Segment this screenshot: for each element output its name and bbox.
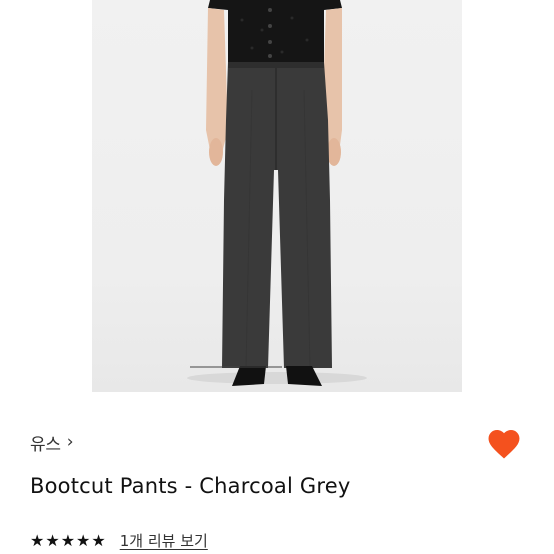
rating-row: ★ ★ ★ ★ ★ 1개 리뷰 보기 [30,530,208,551]
view-reviews-link[interactable]: 1개 리뷰 보기 [120,530,208,551]
like-button[interactable] [484,424,524,462]
product-detail-page: 유스 › Bootcut Pants - Charcoal Grey ★ ★ ★… [0,0,554,554]
product-photo-illustration [187,0,367,386]
rating-stars: ★ ★ ★ ★ ★ [30,530,106,550]
star-icon: ★ [45,530,60,550]
star-icon: ★ [91,530,106,550]
brand-link[interactable]: 유스 › [30,430,74,456]
star-icon: ★ [76,530,91,550]
chevron-right-icon: › [66,432,74,452]
brand-name: 유스 [30,435,61,455]
star-icon: ★ [30,530,45,550]
star-icon: ★ [60,530,76,550]
product-title: Bootcut Pants - Charcoal Grey [30,474,351,498]
heart-icon [488,430,520,459]
product-image[interactable] [92,0,462,392]
